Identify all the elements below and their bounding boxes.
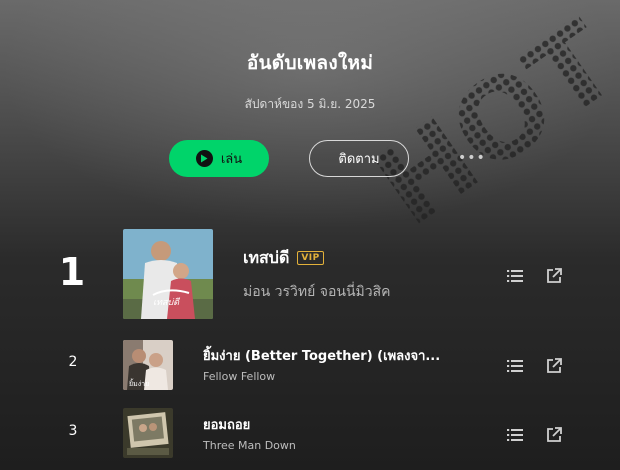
share-icon[interactable] <box>545 267 563 285</box>
vip-badge: VIP <box>297 251 324 265</box>
share-icon[interactable] <box>545 357 563 375</box>
page-subtitle: สัปดาห์ของ 5 มิ.ย. 2025 <box>244 97 376 111</box>
decorative-halftone-art: HOT <box>352 0 620 250</box>
play-button-label: เล่น <box>220 152 243 167</box>
track-cover[interactable]: เทสบ่ดี <box>123 229 213 319</box>
list-icon[interactable] <box>506 267 524 285</box>
page-title: อันดับเพลงใหม่ <box>246 52 374 74</box>
track-title[interactable]: ยิ้มง่าย (Better Together) (เพลงจา... <box>203 345 443 366</box>
track-rank: 2 <box>68 354 78 370</box>
svg-text:เทสบ่ดี: เทสบ่ดี <box>153 297 181 308</box>
track-title[interactable]: เทสบ่ดี VIP <box>243 246 324 271</box>
track-artist[interactable]: Three Man Down <box>203 439 296 452</box>
svg-text:HOT: HOT <box>352 0 620 250</box>
track-cover[interactable]: ยิ้มง่าย <box>123 340 173 390</box>
follow-button[interactable]: ติดตาม <box>309 140 409 177</box>
track-row-3[interactable]: 3 ยอมถอย Three Man Down <box>0 406 620 458</box>
list-icon[interactable] <box>506 357 524 375</box>
play-icon <box>195 150 213 167</box>
more-icon[interactable]: ••• <box>458 150 486 166</box>
track-title-text: เทสบ่ดี <box>243 248 290 267</box>
track-cover[interactable] <box>123 408 173 458</box>
track-row-1[interactable]: 1 เทสบ่ดี เทสบ่ดี VIP ม่อน วรวิทย์ จอนนี่… <box>0 228 620 320</box>
track-title[interactable]: ยอมถอย <box>203 414 250 435</box>
track-row-2[interactable]: 2 ยิ้มง่าย ยิ้มง่าย (Better Together) (เ… <box>0 338 620 390</box>
track-artist[interactable]: ม่อน วรวิทย์ จอนนี่มิวสิค <box>243 281 391 303</box>
track-rank: 3 <box>68 423 78 439</box>
list-icon[interactable] <box>506 426 524 444</box>
track-rank: 1 <box>58 250 86 294</box>
track-artist[interactable]: Fellow Fellow <box>203 370 275 383</box>
share-icon[interactable] <box>545 426 563 444</box>
follow-button-label: ติดตาม <box>338 152 380 167</box>
play-button[interactable]: เล่น <box>169 140 269 177</box>
